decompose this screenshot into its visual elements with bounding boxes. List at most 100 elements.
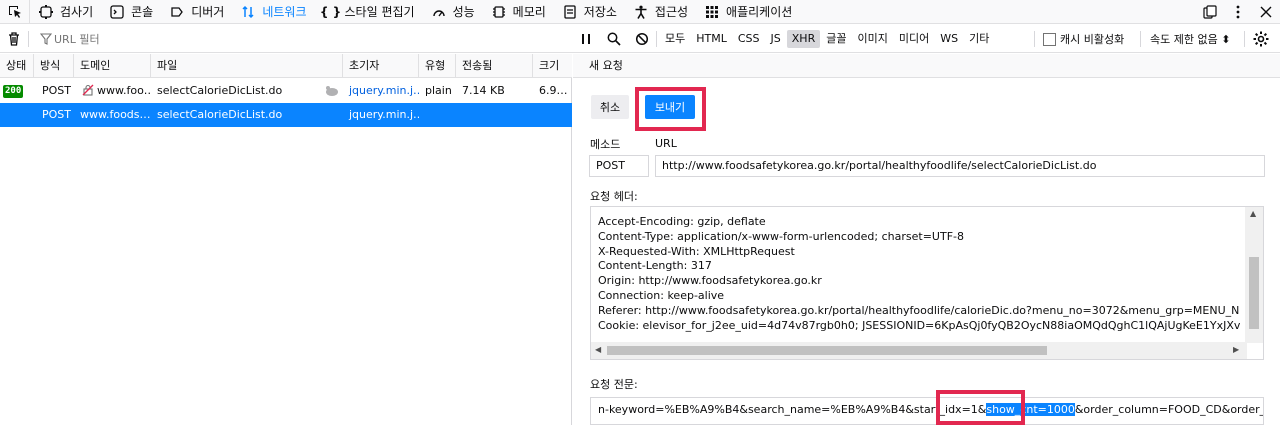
disable-cache-checkbox[interactable]	[1043, 32, 1056, 46]
column-file[interactable]: 파일	[151, 54, 343, 78]
filter-type-all[interactable]: 모두	[660, 30, 690, 48]
tab-storage[interactable]: 저장소	[554, 0, 625, 24]
tab-style-editor[interactable]: { } 스타일 편집기	[315, 0, 423, 24]
debugger-icon	[169, 4, 185, 20]
filter-type-ws[interactable]: WS	[935, 30, 963, 48]
column-transferred[interactable]: 전송됨	[456, 54, 533, 78]
tab-label: 메모리	[512, 5, 546, 19]
column-type[interactable]: 유형	[419, 54, 456, 78]
tab-debugger[interactable]: 디버거	[161, 0, 232, 24]
block-button[interactable]	[628, 25, 656, 53]
tab-console[interactable]: 콘솔	[101, 0, 161, 24]
row-file: selectCalorieDicList.do	[157, 108, 283, 121]
storage-icon	[562, 4, 578, 20]
request-headers-label: 요청 헤더:	[590, 190, 638, 203]
tab-memory[interactable]: 메모리	[483, 0, 554, 24]
row-domain-text: www.foo…	[97, 84, 151, 97]
devtools-tabs: 검사기 콘솔 디버거 네트워크 { } 스타일 편집기 성능 메모리 저장소 접…	[30, 0, 800, 24]
trash-icon	[9, 32, 19, 46]
row-transferred: 7.14 KB	[462, 84, 505, 97]
search-button[interactable]	[600, 25, 628, 53]
insecure-lock-icon	[82, 84, 94, 96]
tab-label: 접근성	[654, 5, 689, 19]
filter-type-media[interactable]: 미디어	[894, 30, 934, 48]
tab-network[interactable]: 네트워크	[232, 0, 314, 24]
filter-type-fonts[interactable]: 글꼴	[821, 30, 851, 48]
column-status[interactable]: 상태	[0, 54, 34, 78]
method-label: 메소드	[590, 138, 621, 151]
column-size[interactable]: 크기	[533, 54, 572, 78]
network-filter-bar: 모두 HTML CSS JS XHR 글꼴 이미지 미디어 WS 기타 캐시 비…	[0, 25, 1280, 53]
clear-button[interactable]	[6, 31, 22, 47]
close-devtools-button[interactable]	[1252, 0, 1280, 24]
divider	[656, 31, 657, 47]
request-list: 상태 방식 도메인 파일 초기자 유형 전송됨 크기 200 POST www.…	[0, 54, 572, 425]
url-filter-input[interactable]	[34, 29, 554, 49]
request-headers-textarea[interactable]: Accept-Encoding: gzip, deflate Content-Ty…	[590, 206, 1264, 360]
row-size: 6.9…	[539, 84, 568, 97]
disable-cache-label: 캐시 비활성화	[1060, 33, 1125, 46]
filter-type-css[interactable]: CSS	[733, 30, 765, 48]
row-domain: www.foods…	[80, 108, 151, 121]
header-line: Content-Length: 317	[598, 259, 712, 273]
tab-application[interactable]: 애플리케이션	[696, 0, 800, 24]
request-list-header: 상태 방식 도메인 파일 초기자 유형 전송됨 크기	[0, 54, 572, 78]
scroll-up-icon[interactable]: ▲	[1250, 209, 1256, 218]
column-method[interactable]: 방식	[34, 54, 74, 78]
pause-button[interactable]	[572, 25, 600, 53]
tab-label: 애플리케이션	[726, 5, 793, 19]
filter-type-other[interactable]: 기타	[964, 30, 994, 48]
divider	[28, 31, 29, 47]
request-body-text: n-keyword=%EB%A9%B4&search_name=%EB%A9%B…	[598, 403, 1264, 416]
status-badge: 200	[3, 85, 24, 98]
row-type: plain	[425, 84, 452, 97]
highlight-box	[635, 87, 706, 131]
filter-type-xhr[interactable]: XHR	[786, 30, 821, 48]
column-initiator[interactable]: 초기자	[343, 54, 419, 78]
tab-accessibility[interactable]: 접근성	[625, 0, 696, 24]
request-headers-text: Accept-Encoding: gzip, deflate Content-Ty…	[598, 215, 1240, 337]
block-icon	[635, 32, 649, 46]
gear-icon	[1253, 31, 1269, 47]
cancel-button[interactable]: 취소	[591, 95, 629, 119]
request-type-filters: 모두 HTML CSS JS XHR 글꼴 이미지 미디어 WS 기타	[660, 25, 995, 53]
scrollbar-thumb[interactable]	[607, 346, 1047, 355]
scroll-right-icon[interactable]: ▶	[1233, 345, 1239, 354]
url-field[interactable]: http://www.foodsafetykorea.go.kr/portal/…	[655, 155, 1265, 177]
column-domain[interactable]: 도메인	[74, 54, 151, 78]
horizontal-scrollbar[interactable]: ◀ ▶	[591, 342, 1247, 359]
row-initiator[interactable]: jquery.min.j…	[343, 103, 419, 127]
more-options-button[interactable]	[1224, 0, 1252, 24]
inspector-icon	[38, 4, 54, 20]
tab-performance[interactable]: 성능	[423, 0, 483, 24]
accessibility-icon	[633, 4, 649, 20]
disable-cache-toggle[interactable]: 캐시 비활성화	[1043, 25, 1124, 53]
table-row[interactable]: 200 POST www.foo… selectCalorieDicList.d…	[0, 79, 572, 103]
vertical-scrollbar[interactable]: ▲	[1245, 207, 1263, 343]
method-field[interactable]: POST	[589, 155, 649, 177]
header-line: Accept-Encoding: gzip, deflate	[598, 215, 766, 228]
filter-type-html[interactable]: HTML	[691, 30, 732, 48]
divider	[1140, 31, 1141, 47]
filter-type-images[interactable]: 이미지	[852, 30, 892, 48]
row-initiator[interactable]: jquery.min.j…	[343, 79, 419, 103]
element-picker-button[interactable]	[0, 0, 30, 24]
devtools-toolbar: 검사기 콘솔 디버거 네트워크 { } 스타일 편집기 성능 메모리 저장소 접…	[0, 0, 1280, 24]
scroll-left-icon[interactable]: ◀	[595, 345, 601, 354]
divider	[1034, 31, 1035, 47]
request-body-textarea[interactable]: n-keyword=%EB%A9%B4&search_name=%EB%A9%B…	[590, 397, 1264, 425]
tab-label: 스타일 편집기	[344, 5, 415, 19]
network-settings-button[interactable]	[1252, 30, 1270, 48]
table-row-selected[interactable]: POST www.foods… selectCalorieDicList.do …	[0, 103, 572, 127]
tab-label: 콘솔	[131, 5, 154, 19]
header-line: Content-Type: application/x-www-form-url…	[598, 229, 964, 243]
dock-mode-button[interactable]	[1196, 0, 1224, 24]
body-text-after: &order_column=FOOD_CD&order_sending=AS	[1074, 403, 1264, 416]
close-icon	[1260, 6, 1272, 18]
filter-type-js[interactable]: JS	[766, 30, 786, 48]
throttling-select[interactable]: 속도 제한 없음 ⬍	[1150, 25, 1230, 53]
scrollbar-thumb[interactable]	[1249, 257, 1259, 329]
row-file: selectCalorieDicList.do	[157, 84, 283, 97]
tab-label: 저장소	[583, 5, 617, 19]
tab-inspector[interactable]: 검사기	[30, 0, 101, 24]
